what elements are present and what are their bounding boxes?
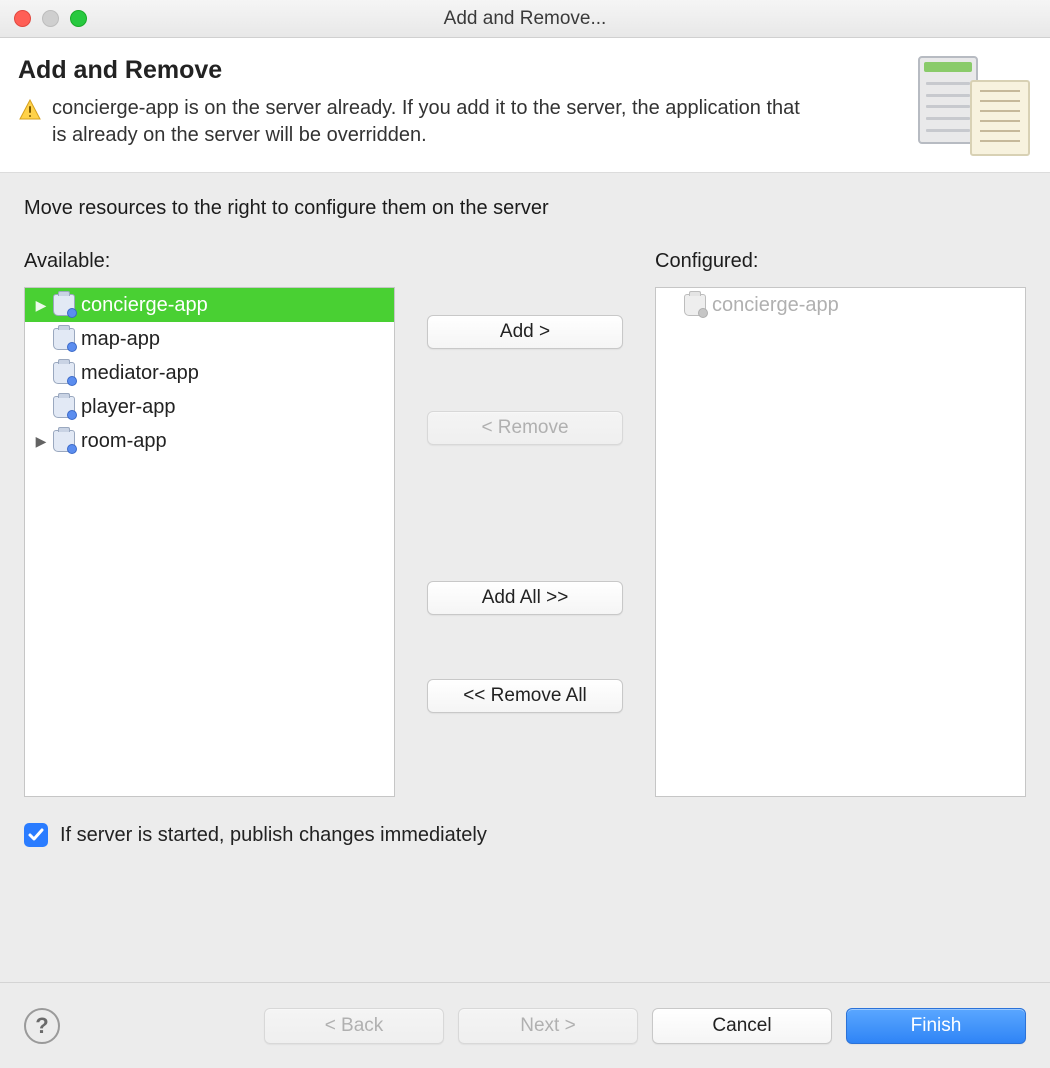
list-item-label: room-app: [81, 430, 167, 453]
list-item[interactable]: ▶player-app: [25, 390, 394, 424]
dialog-footer: ? < Back Next > Cancel Finish: [0, 982, 1050, 1068]
remove-all-button[interactable]: << Remove All: [427, 679, 623, 713]
module-icon: [53, 396, 75, 418]
expand-icon[interactable]: ▶: [35, 297, 47, 314]
publish-immediately-checkbox[interactable]: [24, 823, 48, 847]
zoom-window-button[interactable]: [70, 10, 87, 27]
list-item-label: mediator-app: [81, 362, 199, 385]
cancel-button[interactable]: Cancel: [652, 1008, 832, 1044]
window-controls: [0, 10, 87, 27]
available-list[interactable]: ▶concierge-app▶map-app▶mediator-app▶play…: [24, 287, 395, 797]
list-item[interactable]: ▶ concierge-app: [25, 288, 394, 322]
module-icon: [53, 294, 75, 316]
module-icon: [53, 430, 75, 452]
list-item: ▶concierge-app: [656, 288, 1025, 322]
dialog-message: concierge-app is on the server already. …: [52, 95, 812, 149]
list-item-label: concierge-app: [81, 294, 208, 317]
warning-icon: [18, 98, 42, 122]
available-label: Available:: [24, 250, 395, 273]
expand-icon[interactable]: ▶: [35, 433, 47, 450]
window-title: Add and Remove...: [0, 8, 1050, 30]
list-item-label: concierge-app: [712, 294, 839, 317]
remove-button: < Remove: [427, 411, 623, 445]
back-button: < Back: [264, 1008, 444, 1044]
dialog-header: Add and Remove concierge-app is on the s…: [0, 38, 1050, 173]
module-icon: [53, 328, 75, 350]
list-item[interactable]: ▶mediator-app: [25, 356, 394, 390]
dialog-title: Add and Remove: [18, 56, 904, 85]
transfer-buttons: Add > < Remove Add All >> << Remove All: [427, 250, 623, 797]
list-item[interactable]: ▶map-app: [25, 322, 394, 356]
wizard-banner-image: [918, 56, 1030, 156]
list-item-label: player-app: [81, 396, 176, 419]
close-window-button[interactable]: [14, 10, 31, 27]
next-button: Next >: [458, 1008, 638, 1044]
minimize-window-button[interactable]: [42, 10, 59, 27]
list-item-label: map-app: [81, 328, 160, 351]
configured-list[interactable]: ▶concierge-app: [655, 287, 1026, 797]
module-icon: [53, 362, 75, 384]
titlebar: Add and Remove...: [0, 0, 1050, 38]
finish-button[interactable]: Finish: [846, 1008, 1026, 1044]
add-button[interactable]: Add >: [427, 315, 623, 349]
configured-label: Configured:: [655, 250, 1026, 273]
module-icon: [684, 294, 706, 316]
add-all-button[interactable]: Add All >>: [427, 581, 623, 615]
instruction-text: Move resources to the right to configure…: [24, 197, 1026, 220]
publish-immediately-label: If server is started, publish changes im…: [60, 824, 487, 847]
list-item[interactable]: ▶ room-app: [25, 424, 394, 458]
help-button[interactable]: ?: [24, 1008, 60, 1044]
